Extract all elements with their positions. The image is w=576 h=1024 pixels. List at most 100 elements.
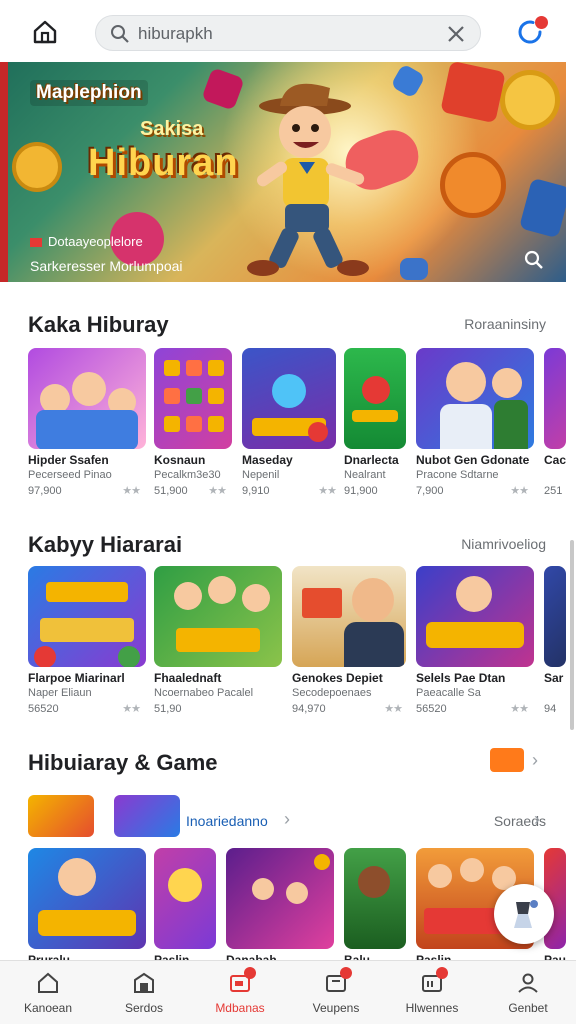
app-thumbnail [292, 566, 406, 667]
banner-title: Hiburan [88, 142, 239, 184]
top-bar [0, 0, 576, 62]
app-thumbnail [242, 348, 336, 449]
nav-item-profile[interactable]: Genbet [480, 961, 576, 1024]
app-price: 94,970 [292, 703, 326, 715]
app-thumbnail [416, 348, 534, 449]
scrollbar[interactable] [570, 540, 574, 730]
rating-stars: ★★ [122, 485, 141, 497]
decor-coin [440, 152, 506, 218]
nav-badge [340, 967, 352, 979]
app-thumbnail [154, 566, 282, 667]
app-title: Selels Pae Dtan [416, 671, 506, 685]
hero-banner[interactable]: Maplephion Sakisa Hiburan Dotaayeoplelor… [0, 62, 566, 282]
app-row: Flarpoe Miarinarl Naper Eliaun 56520 ★★ … [28, 566, 576, 716]
promo-icon[interactable] [490, 748, 524, 772]
app-subtitle: Ncoernabeo Pacalel [154, 687, 254, 699]
nav-item-games[interactable]: Mdbanas [192, 961, 288, 1024]
app-title: Genokes Depiet [292, 671, 383, 685]
app-row: Hipder Ssafen Pecerseed Pinao 97,900 ★★ … [28, 348, 576, 498]
rating-stars: ★★ [384, 703, 403, 715]
nav-label: Veupens [312, 1001, 360, 1015]
app-subtitle: Nepenil [242, 469, 280, 481]
decor-gem [518, 177, 566, 239]
app-card[interactable]: Kosnaun Pecalkm3e30 51,900 ★★ [154, 348, 234, 498]
app-price: 91,900 [344, 485, 378, 497]
nav-label: Mdbanas [215, 1001, 265, 1015]
app-title: Cac [544, 453, 566, 467]
app-title: Fhaalednaft [154, 671, 222, 685]
clear-search-icon[interactable] [446, 24, 466, 49]
notification-badge [535, 16, 548, 29]
app-price: 56520 [28, 703, 59, 715]
store-icon [134, 972, 154, 993]
app-thumbnail [154, 848, 216, 949]
app-card[interactable]: Maseday Nepenil 9,910 ★★ [242, 348, 337, 498]
app-title: Flarpoe Miarinarl [28, 671, 125, 685]
app-card[interactable]: Hipder Ssafen Pecerseed Pinao 97,900 ★★ [28, 348, 146, 498]
chevron-right-icon[interactable]: › [534, 809, 540, 830]
app-title: Nubot Gen Gdonate [416, 453, 530, 467]
category-chip-image[interactable] [114, 795, 180, 837]
notification-icon[interactable] [516, 16, 548, 48]
nav-label: Hlwennes [405, 1001, 459, 1015]
nav-item-apps[interactable]: Veupens [288, 961, 384, 1024]
search-bar[interactable] [95, 15, 481, 51]
search-icon [110, 24, 130, 49]
flag-icon [30, 238, 42, 248]
decor-gem [400, 258, 428, 280]
app-card[interactable]: Nubot Gen Gdonate Pracone Sdtarne 7,900 … [416, 348, 534, 498]
decor-coin [12, 142, 62, 192]
app-thumbnail [28, 566, 146, 667]
nav-item-news[interactable]: Hlwennes [384, 961, 480, 1024]
app-title: Maseday [242, 453, 293, 467]
banner-caption-text: Dotaayeoplelore [48, 234, 143, 249]
bottom-navigation: Kanoean Serdos Mdbanas Veupens Hlwennes … [0, 960, 576, 1024]
banner-caption: Dotaayeoplelore [30, 234, 143, 249]
app-thumbnail [28, 848, 146, 949]
home-icon[interactable] [30, 17, 60, 47]
app-subtitle: Pracone Sdtarne [416, 469, 499, 481]
section-more-link[interactable]: Roraaninsiny [464, 316, 546, 332]
rating-stars: ★★ [510, 703, 529, 715]
nav-item-home[interactable]: Kanoean [0, 961, 96, 1024]
app-price: 56520 [416, 703, 447, 715]
home-icon [38, 972, 58, 993]
app-title: Sar [544, 671, 564, 685]
app-thumbnail [416, 566, 534, 667]
app-card[interactable]: Sar 94 [544, 566, 566, 716]
app-subtitle: Pecerseed Pinao [28, 469, 112, 481]
app-card[interactable]: Selels Pae Dtan Paeacalle Sa 56520 ★★ [416, 566, 534, 716]
app-title: Hipder Ssafen [28, 453, 109, 467]
nav-badge [436, 967, 448, 979]
nav-item-store[interactable]: Serdos [96, 961, 192, 1024]
banner-search-icon[interactable] [524, 250, 544, 275]
decor-coin [500, 70, 560, 130]
profile-icon [518, 973, 538, 993]
banner-tag: Maplephion [30, 80, 148, 106]
app-card[interactable]: Genokes Depiet Secodepoenaes 94,970 ★★ [292, 566, 408, 716]
category-chip-label[interactable]: Inoariedanno [186, 813, 268, 829]
category-chip-image[interactable] [28, 795, 94, 837]
rating-stars: ★★ [208, 485, 227, 497]
chevron-right-icon[interactable]: › [532, 750, 538, 771]
app-price: 9,910 [242, 485, 270, 497]
nav-badge [244, 967, 256, 979]
floating-action-button[interactable] [494, 884, 554, 944]
app-subtitle: Paeacalle Sa [416, 687, 481, 699]
app-card[interactable]: Flarpoe Miarinarl Naper Eliaun 56520 ★★ [28, 566, 146, 716]
app-thumbnail [344, 348, 406, 449]
section-more-link[interactable]: Niamrivoeliog [461, 536, 546, 552]
nav-label: Serdos [124, 1001, 164, 1015]
app-card[interactable]: Fhaalednaft Ncoernabeo Pacalel 51,90 [154, 566, 284, 716]
search-input[interactable] [138, 22, 438, 46]
banner-accent-bar [0, 62, 8, 282]
app-price: 7,900 [416, 485, 444, 497]
app-card[interactable]: Cac 251 [544, 348, 566, 498]
app-thumbnail [544, 348, 566, 449]
banner-caption-secondary: Sarkeresser Morlumpoai [30, 258, 183, 274]
rating-stars: ★★ [510, 485, 529, 497]
nav-label: Genbet [508, 1001, 548, 1015]
section-title: Kaka Hiburay [28, 312, 169, 337]
chevron-right-icon[interactable]: › [284, 809, 290, 830]
app-card[interactable]: Dnarlecta Nealrant 91,900 [344, 348, 408, 498]
